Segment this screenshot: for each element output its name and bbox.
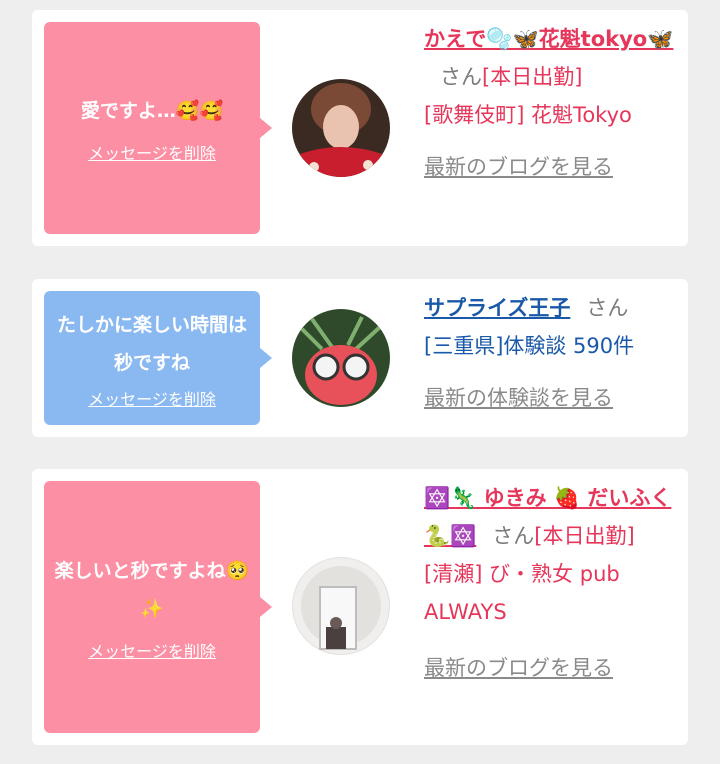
message-card: たしかに楽しい時間は秒ですね メッセージを削除 サプライズ王子 さん [三重県]体… (32, 279, 688, 437)
shop-name: [清瀬] び・熟女 pub ALWAYS (424, 562, 620, 624)
latest-review-link[interactable]: 最新の体験談を見る (424, 386, 613, 410)
message-bubble: 愛ですよ…🥰🥰 メッセージを削除 (44, 22, 272, 234)
message-text: 楽しいと秒ですよね🥺✨ (54, 560, 250, 620)
latest-blog-link[interactable]: 最新のブログを見る (424, 656, 613, 680)
latest-blog-link[interactable]: 最新のブログを見る (424, 155, 613, 179)
avatar[interactable] (292, 309, 390, 407)
message-text: 愛ですよ…🥰🥰 (80, 100, 224, 122)
cast-name-link[interactable]: かえで🫧🦋花魁tokyo🦋 (424, 27, 673, 51)
cast-info: 🔯🦎 ゆきみ 🍓 だいふく 🐍🔯 さん[本日出勤] [清瀬] び・熟女 pub A… (424, 479, 676, 687)
message-bubble: 楽しいと秒ですよね🥺✨ メッセージを削除 (44, 481, 272, 733)
status-tag: [本日出勤] (534, 524, 635, 548)
message-card: 楽しいと秒ですよね🥺✨ メッセージを削除 🔯🦎 ゆきみ 🍓 だいふく 🐍🔯 さん[… (32, 469, 688, 745)
review-count: [三重県]体験談 590件 (424, 334, 635, 358)
message-text: たしかに楽しい時間は秒ですね (56, 314, 247, 374)
cast-info: サプライズ王子 さん [三重県]体験談 590件 最新の体験談を見る (424, 289, 676, 417)
message-list: 愛ですよ…🥰🥰 メッセージを削除 かえで🫧🦋花魁tokyo🦋さん[本日出勤] [… (0, 0, 720, 764)
cast-info: かえで🫧🦋花魁tokyo🦋 さん[本日出勤] [歌舞伎町] 花魁Tokyo 最新の… (424, 20, 676, 186)
delete-message-link[interactable]: メッセージを削除 (54, 140, 250, 164)
shop-name: [歌舞伎町] 花魁Tokyo (424, 103, 632, 127)
delete-message-link[interactable]: メッセージを削除 (54, 386, 250, 410)
avatar[interactable] (292, 79, 390, 177)
message-card: 愛ですよ…🥰🥰 メッセージを削除 かえで🫧🦋花魁tokyo🦋 さん[本日出勤] [… (32, 10, 688, 246)
honorific: さん (440, 65, 482, 89)
message-bubble: たしかに楽しい時間は秒ですね メッセージを削除 (44, 291, 272, 425)
status-tag: [本日出勤] (482, 65, 583, 89)
delete-message-link[interactable]: メッセージを削除 (54, 638, 250, 662)
honorific: さん (492, 524, 535, 548)
cast-name-link[interactable]: サプライズ王子 (424, 296, 570, 320)
honorific: さん (586, 296, 629, 320)
avatar[interactable] (292, 557, 390, 655)
